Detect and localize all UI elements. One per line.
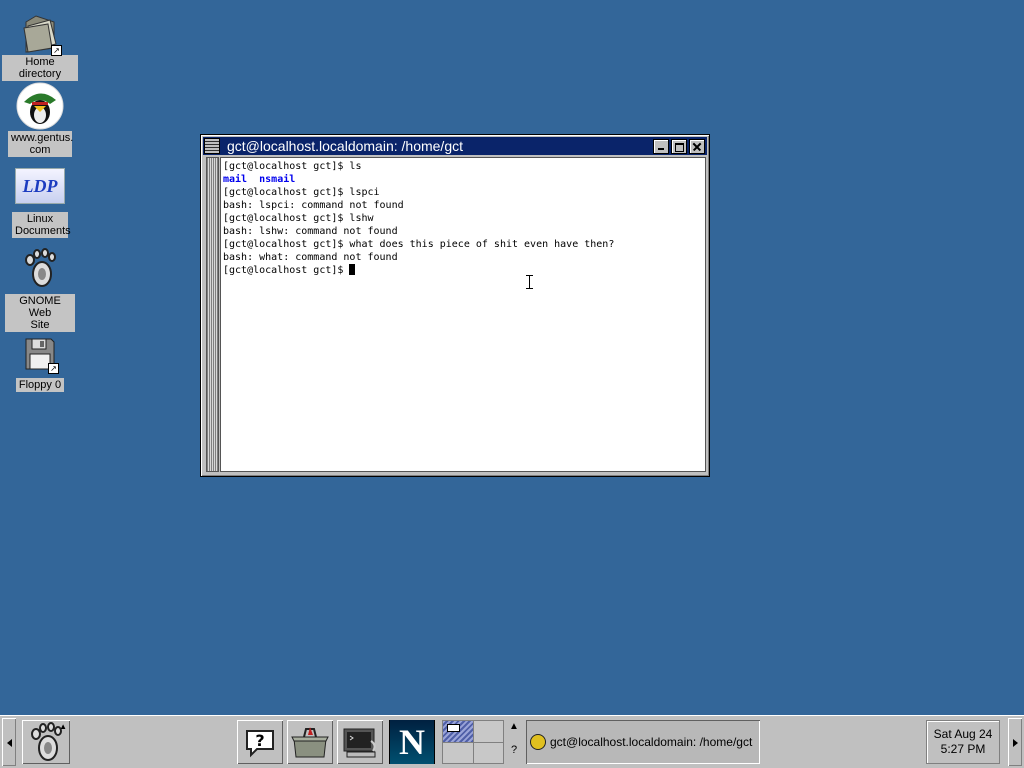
terminal-launcher[interactable] <box>337 720 383 764</box>
window-menu-icon[interactable] <box>204 138 220 154</box>
prompt: [gct@localhost gct]$ <box>223 265 350 276</box>
desktop-icon-linux-documents[interactable]: LDP Linux Documents <box>2 168 78 238</box>
gnome-foot-icon <box>22 248 58 288</box>
workspace-pager[interactable] <box>442 720 504 764</box>
clock[interactable]: Sat Aug 24 5:27 PM <box>926 720 1000 764</box>
terminal-icon <box>343 728 376 758</box>
workspace-4[interactable] <box>473 742 503 763</box>
tasklist-terminal[interactable]: gct@localhost.localdomain: /home/gct <box>526 720 760 764</box>
help-launcher[interactable]: ? <box>237 720 283 764</box>
terminal-line: [gct@localhost gct]$ lspci <box>223 187 380 198</box>
toolbox-launcher[interactable] <box>287 720 333 764</box>
close-button[interactable] <box>689 138 705 154</box>
desktop-icon-label: Home directory <box>2 55 78 81</box>
terminal-line-ls-output: mail nsmail <box>223 173 705 186</box>
pager-controls: ▲ ? <box>506 720 522 764</box>
terminal-line: bash: lshw: command not found <box>223 226 398 237</box>
dir-entry: mail <box>223 174 248 185</box>
window-title: gct@localhost.localdomain: /home/gct <box>227 138 463 154</box>
ldp-logo-icon: LDP <box>15 168 65 204</box>
ldp-logo-text: LDP <box>22 175 58 196</box>
minimize-button[interactable] <box>653 138 669 154</box>
menu-arrow-icon: ▲ <box>59 722 67 731</box>
desktop-icon-label: GNOME Web Site <box>5 294 75 332</box>
desktop-icon-label: www.gentus. com <box>8 131 73 157</box>
toolbox-icon <box>291 727 329 758</box>
shortcut-arrow-icon: ↗ <box>48 363 59 374</box>
maximize-button[interactable] <box>671 138 687 154</box>
terminal-line: [gct@localhost gct]$ ls <box>223 161 362 172</box>
folder-icon: ↗ <box>20 12 62 56</box>
gentus-logo-icon <box>16 82 64 130</box>
desktop-icon-label: Linux Documents <box>12 212 71 238</box>
scrollbar[interactable] <box>206 157 219 472</box>
clock-time: 5:27 PM <box>940 742 986 756</box>
terminal-prompt-line: [gct@localhost gct]$ <box>223 264 705 277</box>
panel-hide-right-button[interactable] <box>1008 718 1022 766</box>
workspace-2[interactable] <box>473 721 503 742</box>
shortcut-arrow-icon: ↗ <box>51 45 62 56</box>
terminal-window: gct@localhost.localdomain: /home/gct [gc… <box>200 134 710 477</box>
tasklist-title: gct@localhost.localdomain: /home/gct <box>550 735 753 749</box>
desktop-icon-label: Floppy 0 <box>15 378 65 392</box>
gnome-foot-small-icon <box>530 734 546 750</box>
netscape-icon: N <box>390 720 434 764</box>
terminal-line: [gct@localhost gct]$ lshw <box>223 213 374 224</box>
workspace-3[interactable] <box>443 742 473 763</box>
title-bar[interactable]: gct@localhost.localdomain: /home/gct <box>203 137 707 155</box>
pager-question-button[interactable]: ? <box>506 744 522 756</box>
mouse-ibeam-cursor <box>526 275 534 289</box>
gnome-main-menu-button[interactable]: ▲ <box>22 720 70 764</box>
terminal-line: [gct@localhost gct]$ what does this piec… <box>223 239 615 250</box>
desktop-icon-home-directory[interactable]: ↗ Home directory <box>2 12 78 81</box>
workspace-1[interactable] <box>443 721 473 742</box>
gnome-panel: ▲ ? N ▲ ? gct@localhost.localdomain: /ho… <box>0 715 1024 768</box>
floppy-icon: ↗ <box>23 336 59 374</box>
terminal-output[interactable]: [gct@localhost gct]$ ls mail nsmail [gct… <box>220 157 706 472</box>
svg-text:?: ? <box>255 731 264 750</box>
help-icon: ? <box>246 730 274 758</box>
text-cursor <box>349 264 356 275</box>
desktop-icon-floppy[interactable]: ↗ Floppy 0 <box>2 336 78 392</box>
terminal-line: bash: what: command not found <box>223 252 398 263</box>
clock-date: Sat Aug 24 <box>933 727 993 741</box>
desktop-icon-gentus[interactable]: www.gentus. com <box>2 82 78 157</box>
panel-hide-left-button[interactable] <box>2 718 16 766</box>
pager-arrow-icon[interactable]: ▲ <box>506 720 522 734</box>
desktop-icon-gnome-web-site[interactable]: GNOME Web Site <box>2 248 78 332</box>
dir-entry: nsmail <box>259 174 296 185</box>
netscape-launcher[interactable]: N <box>389 720 435 764</box>
terminal-line: bash: lspci: command not found <box>223 200 404 211</box>
